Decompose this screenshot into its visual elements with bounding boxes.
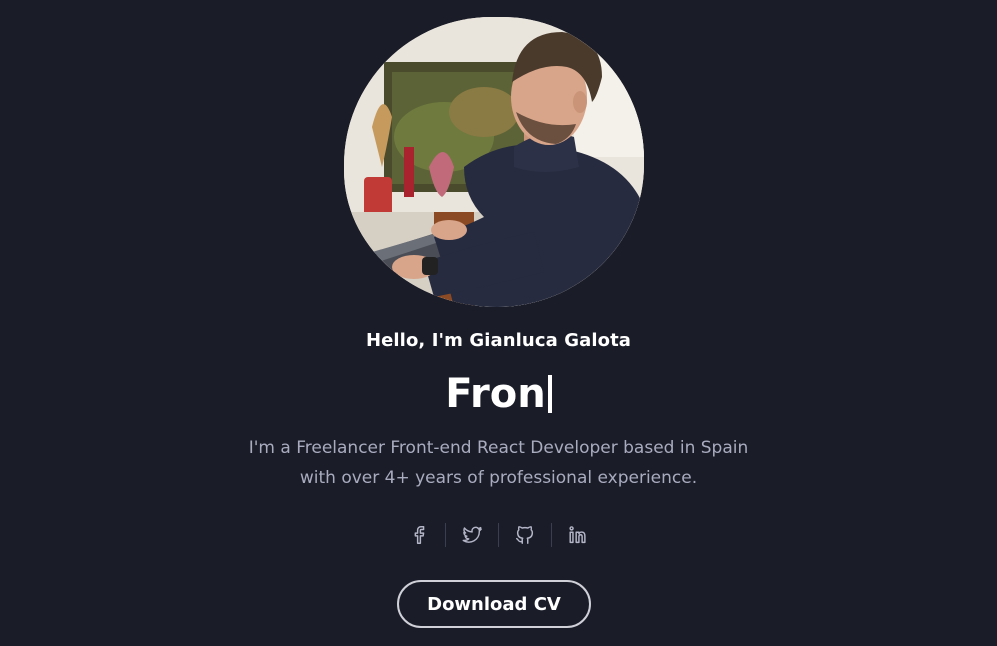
social-links: [0, 520, 997, 550]
linkedin-link[interactable]: [552, 520, 604, 550]
facebook-icon: [414, 526, 425, 544]
bio-line-2: with over 4+ years of professional exper…: [299, 468, 698, 488]
download-cv-button[interactable]: Download CV: [397, 580, 591, 628]
hero-section: Hello, I'm Gianluca Galota Fron I'm a Fr…: [0, 0, 997, 646]
bio-text: I'm a Freelancer Front-end React Develop…: [0, 433, 997, 493]
bio-line-1: I'm a Freelancer Front-end React Develop…: [248, 438, 749, 458]
linkedin-icon: [569, 526, 586, 544]
facebook-link[interactable]: [393, 520, 445, 550]
github-icon: [516, 526, 534, 544]
greeting-text: Hello, I'm Gianluca Galota: [365, 330, 632, 351]
typing-caret: [547, 375, 552, 413]
twitter-icon: [462, 526, 482, 543]
profile-avatar: [344, 17, 644, 307]
twitter-link[interactable]: [446, 520, 498, 550]
github-link[interactable]: [499, 520, 551, 550]
typed-role-text: Fron: [445, 371, 546, 417]
typed-role-heading: Fron: [0, 366, 997, 422]
